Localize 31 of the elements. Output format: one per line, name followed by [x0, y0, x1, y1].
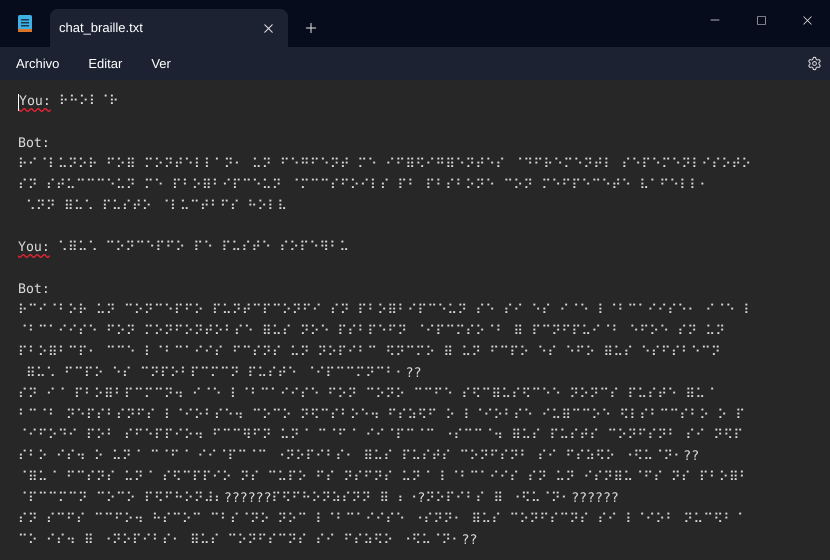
speaker-label: You: [18, 239, 50, 258]
braille-text: ⠈⠊⠋⠕⠙⠊ ⠏⠕⠃ ⠎⠋⠑⠏⠏⠊⠕⠲ ⠋⠉⠉⠻⠋⠝ ⠥⠝⠈ ⠉⠈⠋⠈ ⠊⠊⠈⠏⠉⠈⠉ ⠐⠎⠉⠉⠈⠲ ⠿⠥⠎ ⠏⠥⠎⠞⠎ ⠉⠕⠝⠋⠎⠝⠃ ⠎⠊ ⠝⠫⠏ [18, 427, 744, 446]
menu-item[interactable]: Ver [143, 54, 179, 74]
braille-text: ⠎⠝ ⠎⠉⠋⠎ ⠉⠉⠋⠕⠲ ⠓⠎⠉⠕⠉ ⠉⠃⠎⠈⠝⠕ ⠝⠕⠉ ⠇⠈⠃⠉⠁⠊⠊⠎⠑ ⠐⠎⠝⠝⠂ ⠿⠥⠎ ⠉⠕⠝⠋⠎⠉⠝⠎ ⠎⠊ ⠇⠈⠊⠕⠃ ⠝⠥⠉⠫⠃⠈ [18, 511, 744, 530]
tab-title: chat_braille.txt [59, 19, 144, 38]
notepad-icon [18, 15, 32, 32]
braille-text: ⠎⠃⠕ ⠊⠎⠲ ⠕ ⠥⠝⠈ ⠉⠈⠋⠈ ⠊⠊⠈⠏⠉⠈⠉ ⠐⠝⠕⠏⠊⠃⠎⠂ ⠿⠥⠎ ⠏⠥⠎⠞⠎ ⠉⠕⠝⠋⠎⠝⠃ ⠎⠊ ⠋⠎⠵⠫⠕ ⠐⠫⠥⠈⠝⠂?? [18, 448, 700, 466]
braille-text: ⠗⠊⠈⠇⠥⠝⠕⠗ ⠋⠕⠿ ⠍⠕⠝⠞⠑⠇⠇⠁⠝⠂ ⠥⠝ ⠋⠑⠛⠋⠑⠝⠞ ⠍⠑ ⠊⠋⠿⠫⠊⠛⠿⠑⠝⠞⠑⠎ ⠈⠙⠋⠗⠑⠍⠑⠝⠞⠇ ⠎⠑⠏⠑⠍⠑⠝⠇⠊⠎⠕⠞⠕ [18, 156, 753, 174]
text-cursor [18, 94, 19, 111]
braille-text: ⠡⠝⠝ ⠿⠥⠡ ⠏⠥⠎⠞⠕ ⠈⠇⠥⠉⠞⠃⠋⠎ ⠓⠕⠇⠧ [24, 198, 289, 216]
menu-item[interactable]: Editar [80, 54, 130, 74]
speaker-label: Bot: [18, 134, 50, 153]
braille-text: ⠃⠉⠈⠃ ⠝⠑⠏⠎⠃⠎⠝⠋⠎ ⠇⠈⠊⠕⠃⠎⠑⠲ ⠉⠕⠉⠕ ⠝⠫⠉⠎⠃⠕⠑⠲ ⠋⠎⠵⠫⠋ ⠕ ⠇⠈⠊⠕⠃⠎⠑ ⠊⠥⠿⠉⠉⠕⠑ ⠫⠇⠎⠃⠉⠉⠎⠃⠕ ⠕ ⠏ [18, 406, 746, 425]
braille-text: ⠗⠉⠊⠈⠃⠕⠗ ⠥⠝ ⠉⠕⠝⠉⠑⠏⠋⠕ ⠏⠥⠝⠞⠉⠏⠉⠕⠝⠋⠊ ⠎⠝ ⠏⠃⠕⠿⠃⠊⠏⠉⠑⠥⠝ ⠎⠑ ⠎⠊ ⠑⠎ ⠊⠈⠑ ⠇⠈⠃⠉⠁⠊⠊⠎⠑⠂ ⠊⠈⠑ ⠇ [18, 302, 754, 320]
braille-text: ⠉⠕ ⠊⠎⠲ ⠿ ⠐⠝⠕⠏⠊⠃⠎⠂ ⠿⠥⠎ ⠉⠕⠝⠋⠎⠉⠝⠎ ⠎⠊ ⠋⠎⠵⠫⠕ ⠐⠫⠥⠈⠝⠂?? [18, 532, 478, 550]
new-tab-icon[interactable] [303, 20, 319, 36]
maximize-icon[interactable] [756, 14, 766, 26]
braille-text: ⠗⠓⠕⠇⠈⠗ [58, 93, 119, 111]
file-tab[interactable]: chat_braille.txt [50, 9, 288, 47]
braille-text: ⠈⠃⠉⠁⠊⠊⠎⠑ ⠋⠕⠝ ⠍⠕⠝⠋⠕⠝⠞⠕⠃⠎⠑ ⠿⠥⠎ ⠝⠕⠑ ⠏⠎⠃⠏⠑⠋⠝ ⠈⠊⠏⠉⠍⠎⠕⠈⠃ ⠿ ⠏⠉⠝⠋⠏⠥⠊⠈⠃ ⠑⠋⠕⠑ ⠎⠝ ⠥⠝ [18, 322, 726, 341]
speaker-label: Bot: [18, 281, 50, 300]
braille-text: ⠎⠝ ⠎⠞⠥⠉⠉⠉⠑⠥⠝ ⠍⠑ ⠏⠃⠕⠿⠃⠊⠏⠉⠑⠥⠝ ⠈⠍⠉⠉⠎⠋⠕⠊⠇⠎ ⠏⠃ ⠏⠃⠎⠃⠕⠝⠑ ⠉⠕⠝ ⠍⠑⠋⠏⠑⠉⠑⠞⠑ ⠧⠁⠋⠑⠇⠇⠂ [18, 176, 710, 195]
braille-text: ⠈⠏⠉⠉⠍⠉⠝ ⠉⠕⠉⠕ ⠏⠫⠋⠓⠕⠝⠼⠆??????⠏⠫⠋⠓⠕⠝⠵⠎⠝⠝ ⠿ ⠆⠐?⠝⠕⠏⠊⠃⠎ ⠿ ⠐⠫⠥⠈⠝⠂?????? [18, 490, 620, 508]
braille-text: ⠿⠥⠡ ⠋⠉⠏⠕ ⠑⠎ ⠉⠝⠏⠕⠃⠏⠉⠍⠉⠝ ⠏⠥⠎⠞⠑ ⠈⠊⠏⠉⠉⠍⠝⠉⠃⠂?? [24, 364, 423, 383]
speaker-label: You: [19, 93, 51, 111]
braille-text: ⠎⠝ ⠊⠈ ⠏⠃⠕⠿⠃⠏⠉⠍⠉⠝⠲ ⠊⠈⠑ ⠇⠈⠃⠉⠁⠊⠊⠎⠑ ⠋⠕⠝ ⠉⠕⠝⠕ ⠉⠉⠋⠑ ⠎⠫⠉⠿⠥⠎⠫⠉⠑⠑ ⠝⠕⠝⠉⠎ ⠏⠥⠎⠞⠑ ⠿⠥⠈ [18, 386, 716, 404]
braille-text: ⠡⠿⠥⠡ ⠉⠕⠝⠉⠑⠏⠋⠕ ⠏⠑ ⠏⠥⠎⠞⠑ ⠎⠕⠏⠑⠻⠃⠥ [58, 239, 350, 258]
menu-item[interactable]: Archivo [8, 54, 68, 74]
braille-text: ⠈⠿⠥⠈ ⠋⠉⠎⠝⠎ ⠥⠝⠈ ⠎⠫⠉⠏⠏⠊⠕ ⠝⠎ ⠉⠥⠏⠕ ⠋⠎ ⠝⠎⠋⠝⠎ ⠥⠝⠈ ⠇⠈⠃⠉⠁⠊⠊⠎ ⠎⠝ ⠥⠝ ⠊⠎⠝⠿⠥⠈⠋⠎ ⠝⠎ ⠏⠃⠕⠿⠃ [18, 469, 750, 488]
settings-icon[interactable] [807, 56, 822, 71]
braille-text: ⠏⠃⠕⠿⠃⠉⠏⠂ ⠉⠉⠑ ⠇⠈⠃⠉⠁⠊⠊⠎ ⠋⠉⠎⠝⠎ ⠥⠝ ⠝⠕⠏⠊⠃⠉ ⠫⠝⠉⠍⠕ ⠿ ⠥⠝ ⠋⠉⠏⠕ ⠑⠎ ⠑⠋⠕ ⠿⠥⠎ ⠑⠎⠋⠎⠃⠑⠉⠝ [18, 344, 722, 362]
